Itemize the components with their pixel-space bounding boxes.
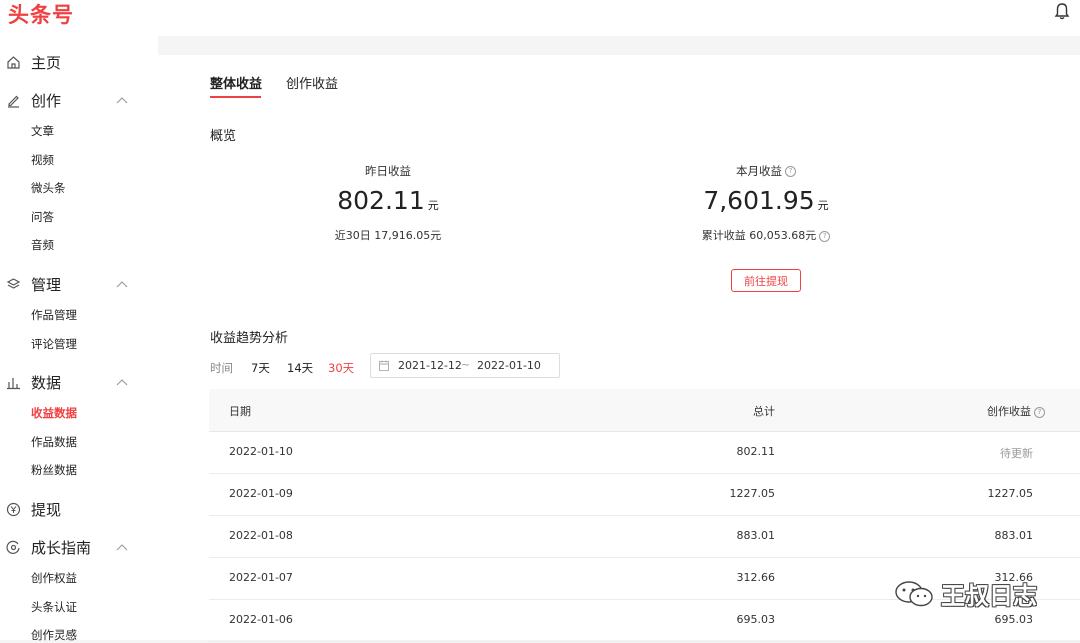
growth-icon bbox=[6, 540, 20, 554]
cell-creation: 883.01 bbox=[994, 529, 1034, 542]
sidebar-item-fans-data[interactable]: 粉丝数据 bbox=[31, 462, 77, 478]
sidebar-item-article[interactable]: 文章 bbox=[31, 123, 54, 139]
main-panel: 整体收益 创作收益 概览 昨日收益 802.11 元 近30日 17,916.05… bbox=[158, 55, 1080, 642]
chevron-up-icon bbox=[116, 379, 128, 386]
end-date: 2022-01-10 bbox=[477, 359, 541, 372]
sidebar-item-qa[interactable]: 问答 bbox=[31, 209, 54, 225]
chevron-up-icon bbox=[116, 281, 128, 288]
cell-total: 312.66 bbox=[736, 571, 776, 584]
date-separator: ~ bbox=[461, 358, 471, 371]
sidebar-data-label: 数据 bbox=[31, 374, 62, 392]
sidebar-item-works-manage[interactable]: 作品管理 bbox=[31, 307, 77, 323]
cell-date: 2022-01-07 bbox=[229, 571, 293, 584]
sidebar-group-growth[interactable]: 成长指南 bbox=[0, 535, 158, 561]
range-7d-button[interactable]: 7天 bbox=[251, 360, 270, 376]
tab-creation-income[interactable]: 创作收益 bbox=[286, 73, 338, 92]
sidebar-item-certification[interactable]: 头条认证 bbox=[31, 599, 77, 615]
sidebar-growth-label: 成长指南 bbox=[31, 539, 92, 557]
go-withdraw-button[interactable]: 前往提现 bbox=[731, 269, 801, 292]
table-row: 2022-01-08 883.01 883.01 bbox=[209, 516, 1080, 558]
watermark: 王叔日志 bbox=[893, 573, 1053, 613]
start-date: 2021-12-12 bbox=[398, 359, 462, 372]
yesterday-income-label: 昨日收益 bbox=[365, 164, 411, 178]
time-label: 时间 bbox=[210, 361, 233, 375]
sidebar-item-rights[interactable]: 创作权益 bbox=[31, 570, 77, 586]
last30-income: 近30日 17,916.05元 bbox=[334, 229, 442, 242]
cell-date: 2022-01-06 bbox=[229, 613, 293, 626]
help-icon[interactable]: ? bbox=[819, 230, 831, 242]
logo[interactable]: 头条号 bbox=[8, 0, 74, 29]
month-income-value: 7,601.95 元 bbox=[703, 186, 829, 215]
cell-total: 883.01 bbox=[736, 529, 776, 542]
help-icon[interactable]: ? bbox=[1034, 406, 1045, 418]
calendar-icon bbox=[379, 360, 389, 371]
sidebar-item-withdraw[interactable]: 提现 bbox=[0, 497, 158, 523]
watermark-label: 王叔日志 bbox=[941, 582, 1037, 610]
table-row: 2022-01-09 1227.05 1227.05 bbox=[209, 474, 1080, 516]
cell-total: 695.03 bbox=[736, 613, 776, 626]
sidebar-item-micro[interactable]: 微头条 bbox=[31, 180, 66, 196]
sidebar: 主页 创作 文章 视频 微头条 问答 音频 管理 作品管理 评论管理 数据 收益… bbox=[0, 36, 158, 643]
cell-creation: 待更新 bbox=[1000, 447, 1033, 460]
cell-date: 2022-01-08 bbox=[229, 529, 293, 542]
sidebar-item-inspiration[interactable]: 创作灵感 bbox=[31, 627, 77, 643]
active-tab-indicator bbox=[210, 96, 261, 98]
sidebar-home-label: 主页 bbox=[31, 54, 62, 72]
table-row: 2022-01-10 802.11 待更新 bbox=[209, 432, 1080, 474]
trend-title: 收益趋势分析 bbox=[210, 331, 289, 346]
tab-overall-income[interactable]: 整体收益 bbox=[210, 73, 262, 92]
wechat-icon bbox=[895, 581, 933, 607]
chevron-up-icon bbox=[116, 544, 128, 551]
cell-total: 1227.05 bbox=[729, 487, 776, 500]
bell-icon[interactable] bbox=[1054, 2, 1070, 20]
cell-date: 2022-01-09 bbox=[229, 487, 293, 500]
overview-title: 概览 bbox=[210, 129, 237, 144]
sidebar-item-audio[interactable]: 音频 bbox=[31, 237, 54, 253]
layers-icon bbox=[6, 278, 21, 289]
header-date: 日期 bbox=[229, 405, 251, 418]
sidebar-item-income-data[interactable]: 收益数据 bbox=[31, 405, 77, 421]
cell-creation: 1227.05 bbox=[987, 487, 1034, 500]
cell-date: 2022-01-10 bbox=[229, 445, 293, 458]
sidebar-manage-label: 管理 bbox=[31, 276, 62, 294]
chevron-up-icon bbox=[116, 97, 128, 104]
range-14d-button[interactable]: 14天 bbox=[287, 360, 313, 376]
month-income-label: 本月收益? bbox=[686, 163, 846, 179]
sidebar-group-data[interactable]: 数据 bbox=[0, 370, 158, 396]
cell-total: 802.11 bbox=[736, 445, 776, 458]
header-total: 总计 bbox=[753, 405, 775, 418]
sidebar-create-label: 创作 bbox=[31, 92, 62, 110]
home-icon bbox=[7, 56, 20, 69]
pencil-icon bbox=[8, 95, 19, 108]
help-icon[interactable]: ? bbox=[785, 166, 796, 177]
yesterday-income-value: 802.11 元 bbox=[337, 186, 439, 215]
sidebar-withdraw-label: 提现 bbox=[31, 501, 62, 519]
sidebar-group-create[interactable]: 创作 bbox=[0, 88, 158, 114]
sidebar-item-home[interactable]: 主页 bbox=[0, 50, 158, 76]
top-bar: 头条号 bbox=[0, 0, 1080, 36]
yen-coin-icon bbox=[6, 502, 21, 517]
sidebar-item-works-data[interactable]: 作品数据 bbox=[31, 434, 77, 450]
sidebar-item-comments-manage[interactable]: 评论管理 bbox=[31, 336, 77, 352]
range-30d-button[interactable]: 30天 bbox=[328, 360, 354, 376]
sidebar-item-video[interactable]: 视频 bbox=[31, 152, 54, 168]
header-creation: 创作收益? bbox=[987, 403, 1045, 419]
sidebar-group-manage[interactable]: 管理 bbox=[0, 272, 158, 298]
cell-creation: 695.03 bbox=[994, 613, 1034, 626]
total-income: 累计收益 60,053.68元? bbox=[676, 227, 856, 243]
bar-chart-icon bbox=[7, 378, 20, 390]
date-range-picker[interactable]: 2021-12-12 ~ 2022-01-10 bbox=[370, 353, 560, 378]
table-header: 日期 总计 创作收益? bbox=[209, 389, 1080, 432]
